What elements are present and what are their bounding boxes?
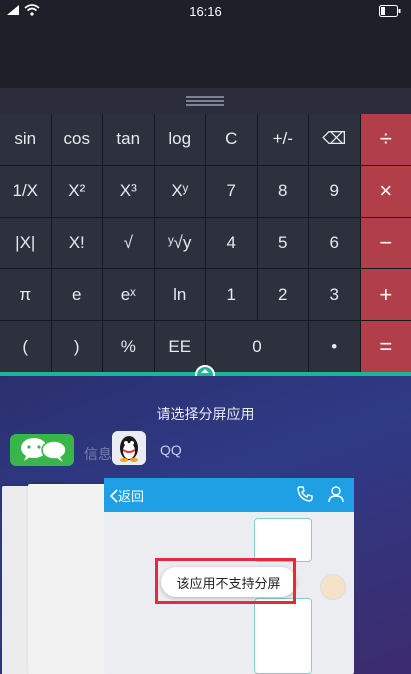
key-factorial[interactable]: X!: [51, 217, 102, 269]
chat-image-preview: [254, 598, 312, 674]
key-6[interactable]: 6: [309, 217, 360, 269]
key-pi[interactable]: π: [0, 269, 51, 321]
key-reciprocal[interactable]: 1/X: [0, 165, 51, 217]
key-add[interactable]: +: [360, 269, 411, 321]
key-8[interactable]: 8: [257, 165, 308, 217]
qq-penguin-icon[interactable]: [112, 431, 146, 465]
key-sqrt[interactable]: √: [103, 217, 154, 269]
key-0[interactable]: 0: [206, 321, 308, 372]
key-decimal[interactable]: •: [309, 321, 360, 372]
key-root[interactable]: ʸ√y: [154, 217, 205, 269]
app-label-qq: QQ: [160, 442, 182, 458]
status-time: 16:16: [189, 4, 222, 19]
key-e[interactable]: e: [51, 269, 102, 321]
back-button[interactable]: 返回: [110, 486, 144, 505]
key-percent[interactable]: %: [103, 321, 154, 372]
key-ln[interactable]: ln: [154, 269, 205, 321]
key-close-paren[interactable]: ): [51, 321, 102, 372]
key-divide[interactable]: ÷: [360, 114, 411, 165]
key-cos[interactable]: cos: [51, 114, 102, 165]
drag-handle-icon: [186, 96, 224, 106]
key-power[interactable]: Xʸ: [154, 165, 205, 217]
key-4[interactable]: 4: [206, 217, 257, 269]
wechat-icon[interactable]: [10, 434, 74, 466]
recent-card[interactable]: [28, 484, 108, 674]
calculator-display: [0, 24, 411, 88]
calculator-drag-handle[interactable]: [0, 88, 411, 114]
status-bar: 16:16: [0, 0, 411, 24]
key-7[interactable]: 7: [206, 165, 257, 217]
split-screen-title: 请选择分屏应用: [156, 406, 255, 422]
key-sin[interactable]: sin: [0, 114, 51, 165]
phone-icon[interactable]: [296, 485, 314, 503]
key-abs[interactable]: |X|: [0, 217, 51, 269]
key-open-paren[interactable]: (: [0, 321, 51, 372]
key-cube[interactable]: X³: [103, 165, 154, 217]
calculator-window: sin cos tan log C +/- ⌫ ÷ 1/X X² X³ Xʸ 7…: [0, 24, 411, 372]
contact-icon[interactable]: [327, 485, 345, 503]
key-square[interactable]: X²: [51, 165, 102, 217]
key-2[interactable]: 2: [257, 269, 308, 321]
key-clear[interactable]: C: [206, 114, 257, 165]
key-ee[interactable]: EE: [154, 321, 205, 372]
key-plus-minus[interactable]: +/-: [257, 114, 308, 165]
split-screen-panel: 请选择分屏应用 信息 QQ 返回: [0, 376, 411, 674]
key-multiply[interactable]: ×: [360, 165, 411, 217]
chat-image-preview: [254, 518, 312, 562]
key-log[interactable]: log: [154, 114, 205, 165]
key-equals[interactable]: =: [360, 321, 411, 372]
battery-icon: [379, 5, 401, 17]
qq-header: 返回: [104, 478, 354, 512]
highlight-box: [155, 558, 296, 604]
key-1[interactable]: 1: [206, 269, 257, 321]
back-label: 返回: [118, 489, 145, 504]
key-3[interactable]: 3: [309, 269, 360, 321]
key-5[interactable]: 5: [257, 217, 308, 269]
calculator-keypad: sin cos tan log C +/- ⌫ ÷ 1/X X² X³ Xʸ 7…: [0, 114, 411, 372]
app-label-info: 信息: [84, 446, 112, 462]
key-exp[interactable]: eˣ: [103, 269, 154, 321]
key-backspace[interactable]: ⌫: [309, 114, 360, 165]
key-subtract[interactable]: −: [360, 217, 411, 269]
key-9[interactable]: 9: [309, 165, 360, 217]
key-tan[interactable]: tan: [103, 114, 154, 165]
avatar: [320, 574, 346, 600]
chevron-left-icon: [110, 488, 118, 503]
